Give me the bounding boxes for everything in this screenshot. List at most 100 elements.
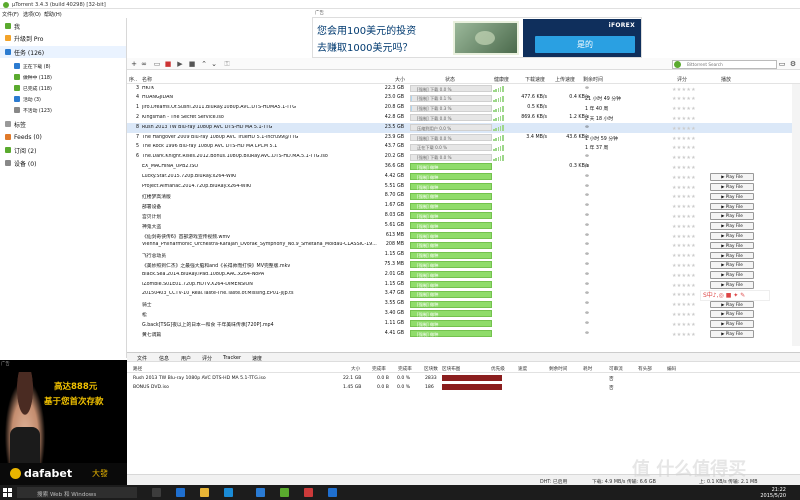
rating-stars-icon[interactable]: ★★★★★ <box>672 273 696 279</box>
col-size[interactable]: 大小 <box>395 76 405 83</box>
ime-toolbar[interactable]: S中♪,◎ ■ ✦ ✎ <box>700 290 770 301</box>
torrent-row[interactable]: Black.Sea.2014.BluRay.iPad.1080p.AAC.x26… <box>127 270 792 280</box>
utorrent-task-icon[interactable] <box>280 488 289 497</box>
play-file-button[interactable]: ▶ Play File <box>710 202 754 211</box>
rating-stars-icon[interactable]: ★★★★★ <box>672 214 696 220</box>
play-file-button[interactable]: ▶ Play File <box>710 330 754 338</box>
col-play[interactable]: 播放 <box>721 76 731 83</box>
create-torrent-icon[interactable]: ▭ <box>153 60 161 68</box>
torrent-row[interactable]: 红楼梦高清版 8.70 GB [强制] 做种 ∞ ★★★★★ ▶ Play File <box>127 192 792 202</box>
torrent-row[interactable]: 部署设备 1.67 GB [强制] 做种 ∞ ★★★★★ ▶ Play File <box>127 202 792 212</box>
sidebar-item[interactable]: Feeds (0) <box>0 131 126 143</box>
rating-stars-icon[interactable]: ★★★★★ <box>672 116 696 122</box>
add-torrent-icon[interactable]: + <box>130 60 138 68</box>
torrent-row[interactable]: 6 The.Dark.Knight.Rises.2012.Bonus.1080p.… <box>127 153 792 163</box>
rating-stars-icon[interactable]: ★★★★★ <box>672 185 696 191</box>
torrent-row[interactable]: 《仙剑奇侠传6》首部游戏宣传视频.wmv 613 MB [强制] 做种 ∞ ★★★★★ ▶… <box>127 231 792 241</box>
remove-icon[interactable]: ■ <box>164 60 172 68</box>
torrent-row[interactable]: 5 The Rock 1996 Blu-ray 1080p AVC DTS-HD … <box>127 143 792 153</box>
rating-stars-icon[interactable]: ★★★★★ <box>672 292 696 298</box>
torrent-row[interactable]: 4 HUANGJIDAN 23.0 GB [强制] 下载 0.1 % 477.6 KB/… <box>127 94 792 104</box>
rating-stars-icon[interactable]: ★★★★★ <box>672 253 696 259</box>
sidebar-item[interactable]: 标签 <box>0 118 126 130</box>
torrent-row[interactable]: 《美妙照到仁杰》之最强大脑和and《长得帅而打快》MV完整版.mkv 75.3 M… <box>127 260 792 270</box>
play-file-button[interactable]: ▶ Play File <box>710 251 754 260</box>
torrent-row[interactable]: 1 Jiro.Dreams.Of.Sushi.2011.BluRay.1080p.… <box>127 104 792 114</box>
play-file-button[interactable]: ▶ Play File <box>710 232 754 240</box>
dcol-codec[interactable]: 编码 <box>667 366 676 372</box>
play-file-button[interactable]: ▶ Play File <box>710 173 754 181</box>
col-upload-speed[interactable]: 上传速度 <box>555 76 575 83</box>
col-download-speed[interactable]: 下载速度 <box>525 76 545 83</box>
search-input[interactable] <box>687 60 775 68</box>
col-eta[interactable]: 剩余时间 <box>583 76 603 83</box>
torrent-row[interactable]: 松 3.40 GB [强制] 做种 ∞ ★★★★★ ▶ Play File <box>127 309 792 319</box>
dcol-path[interactable]: 路径 <box>133 366 142 372</box>
rating-stars-icon[interactable]: ★★★★★ <box>672 234 696 240</box>
rating-stars-icon[interactable]: ★★★★★ <box>672 136 696 142</box>
torrent-row[interactable]: EX_MACHINA_UPB2.ISO 36.6 GB [强制] 做种 0.3 KB/… <box>127 162 792 172</box>
col-name[interactable]: 名称 <box>142 76 152 83</box>
sidebar-item[interactable]: 我 <box>0 20 126 32</box>
windows-start-icon[interactable] <box>3 488 12 497</box>
app-icon[interactable] <box>304 488 313 497</box>
rating-stars-icon[interactable]: ★★★★★ <box>672 96 696 102</box>
dcol-elapsed[interactable]: 耗时 <box>583 366 592 372</box>
taskbar-search[interactable]: 搜索 Web 和 Windows <box>17 487 137 498</box>
play-file-button[interactable]: ▶ Play File <box>710 183 754 191</box>
play-file-button[interactable]: ▶ Play File <box>710 212 754 220</box>
torrent-row[interactable]: 飞行总动员 1.15 GB [强制] 做种 ∞ ★★★★★ ▶ Play File <box>127 251 792 261</box>
rating-stars-icon[interactable]: ★★★★★ <box>672 243 696 249</box>
task-view-icon[interactable] <box>152 488 161 497</box>
rating-stars-icon[interactable]: ★★★★★ <box>672 224 696 230</box>
tab-peers[interactable]: 用户 <box>181 355 191 362</box>
menu-file[interactable]: 文件(F) <box>2 11 19 18</box>
menu-options[interactable]: 选项(O) <box>23 11 41 18</box>
menu-help[interactable]: 帮助(H) <box>44 11 62 18</box>
remote-icon[interactable]: ▭ <box>778 60 786 68</box>
taskbar-clock[interactable]: 21:22 2015/5/20 <box>760 487 786 499</box>
rating-stars-icon[interactable]: ★★★★★ <box>672 312 696 318</box>
ad-yes-button[interactable]: 是的 <box>535 36 635 53</box>
sidebar-item[interactable]: 不活动 (123) <box>0 104 126 116</box>
start-icon[interactable]: ▶ <box>176 60 184 68</box>
dcol-header[interactable]: 有头部 <box>638 366 652 372</box>
rating-stars-icon[interactable]: ★★★★★ <box>672 204 696 210</box>
move-up-icon[interactable]: ⌃ <box>200 60 208 68</box>
play-file-button[interactable]: ▶ Play File <box>710 271 754 279</box>
torrent-row[interactable]: 20150403_CCTV-10_Real.Taste-The.Taste.of… <box>127 290 792 300</box>
dcol-priority[interactable]: 优先级 <box>491 366 505 372</box>
add-link-icon[interactable]: ∞ <box>140 60 148 68</box>
play-file-button[interactable]: ▶ Play File <box>710 300 754 309</box>
torrent-row[interactable]: 2 Kingsman - The Secret Service.iso 42.8 G… <box>127 113 792 123</box>
play-file-button[interactable]: ▶ Play File <box>710 241 754 250</box>
torrent-row[interactable]: 宫贝计划 8.03 GB [强制] 做种 ∞ ★★★★★ ▶ Play File <box>127 211 792 221</box>
sidebar-item[interactable]: 任务 (126) <box>0 46 126 58</box>
torrent-row[interactable]: 骑士 3.55 GB [强制] 做种 ∞ ★★★★★ ▶ Play File <box>127 300 792 310</box>
move-down-icon[interactable]: ⌄ <box>210 60 218 68</box>
edge-icon[interactable] <box>176 488 185 497</box>
sidebar-item[interactable]: 订阅 (2) <box>0 144 126 156</box>
play-file-button[interactable]: ▶ Play File <box>710 320 754 328</box>
tab-ratings[interactable]: 评分 <box>202 355 212 362</box>
left-banner-ad[interactable]: 广告 高达888元 基于您首次存款 dafabet 大發 <box>0 360 127 485</box>
col-num[interactable]: 序.. <box>129 76 137 83</box>
torrent-row[interactable]: Vienna_Philharmonic_Orchestra-Karajan_Dv… <box>127 241 792 251</box>
app2-icon[interactable] <box>328 488 337 497</box>
file-row[interactable]: Rush 2013 TW Blu-ray 1080p AVC DTS-HD MA… <box>127 374 800 383</box>
torrent-row[interactable]: Project.Almanac.2014.720p.BluRay.x264-Wi… <box>127 182 792 192</box>
col-status[interactable]: 状态 <box>445 76 455 83</box>
torrent-row[interactable]: 黄七调篇 4.41 GB [强制] 做种 ∞ ★★★★★ ▶ Play File <box>127 329 792 339</box>
settings-icon[interactable]: ⚙ <box>789 60 797 68</box>
tab-trackers[interactable]: Tracker <box>223 355 241 361</box>
col-rating[interactable]: 评分 <box>677 76 687 83</box>
torrent-row[interactable]: Lucky.Star.2015.720p.BluRay.x264-WiKi 4.4… <box>127 172 792 182</box>
dcol-pct[interactable]: 完成率 <box>398 366 412 372</box>
col-health[interactable]: 健康度 <box>494 76 509 83</box>
torrent-row[interactable]: G.back[TSG]夜以上的日本一和食 千年美味传承[720P].mp4 1.1… <box>127 319 792 329</box>
stop-icon[interactable]: ■ <box>188 60 196 68</box>
rating-stars-icon[interactable]: ★★★★★ <box>672 165 696 171</box>
torrent-row[interactable]: 7 The Hangover 2009 Blu-ray 1080p AVC Tru… <box>127 133 792 143</box>
rating-stars-icon[interactable]: ★★★★★ <box>672 175 696 181</box>
ie-icon[interactable] <box>256 488 265 497</box>
